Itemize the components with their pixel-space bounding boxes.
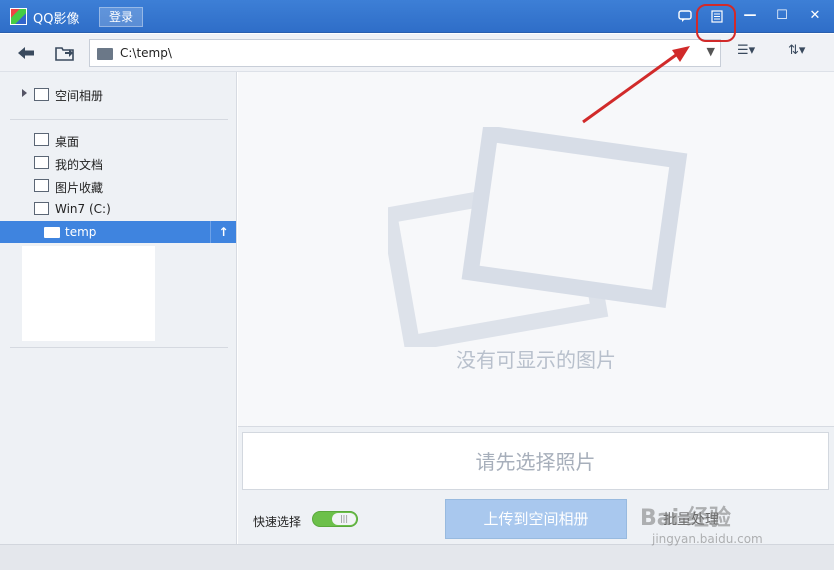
drive-icon — [34, 202, 49, 215]
back-button[interactable] — [14, 41, 38, 65]
sidebar-item-qzone-album[interactable]: 空间相册 — [22, 85, 222, 105]
sidebar-item-label: 我的文档 — [55, 158, 104, 172]
minimize-button[interactable]: — — [738, 5, 762, 27]
login-button[interactable]: 登录 — [99, 7, 143, 27]
path-value: C:\temp\ — [120, 46, 172, 60]
sidebar-item-pictures[interactable]: 图片收藏 — [0, 175, 236, 197]
quick-select-label: 快速选择 — [253, 515, 302, 529]
sidebar-item-label: 图片收藏 — [55, 181, 104, 195]
sidebar-item-label: 桌面 — [55, 135, 80, 149]
empty-photos-icon — [388, 127, 688, 347]
divider — [10, 119, 228, 120]
folder-icon — [44, 227, 60, 238]
sidebar-item-temp[interactable]: temp ↑ — [0, 221, 236, 243]
sidebar-item-label: Win7 (C:) — [55, 202, 111, 216]
feedback-button[interactable] — [673, 5, 697, 27]
upload-to-album-button[interactable]: 上传到空间相册 — [445, 499, 627, 539]
maximize-button[interactable]: ☐ — [770, 5, 794, 27]
sidebar-item-desktop[interactable]: 桌面 — [0, 129, 236, 151]
desktop-icon — [34, 133, 49, 146]
watermark-url: jingyan.baidu.com — [652, 532, 763, 546]
upload-folder-button[interactable]: ↑ — [210, 221, 236, 243]
pictures-icon — [34, 179, 49, 192]
parent-folder-button[interactable] — [52, 41, 78, 65]
album-star-icon — [34, 88, 49, 101]
folder-preview — [22, 246, 155, 341]
toggle-knob: ||| — [332, 513, 356, 525]
close-button[interactable]: ✕ — [803, 5, 827, 27]
annotation-highlight-ring — [696, 4, 736, 42]
app-logo-icon — [10, 8, 27, 25]
sidebar-item-label: 空间相册 — [55, 89, 104, 103]
expand-arrow-icon[interactable] — [22, 89, 27, 97]
watermark-logo: Bai 经验 — [640, 506, 731, 531]
chevron-down-icon[interactable]: ▼ — [707, 45, 715, 58]
sidebar-item-label: temp — [65, 225, 97, 239]
quick-select-toggle[interactable]: ||| — [312, 511, 358, 527]
divider — [10, 347, 228, 348]
app-title: QQ影像 — [33, 12, 80, 27]
sort-button[interactable]: ⇅▾ — [788, 43, 805, 58]
sidebar-item-documents[interactable]: 我的文档 — [0, 152, 236, 174]
sidebar-item-drive-c[interactable]: Win7 (C:) — [0, 198, 236, 220]
view-mode-button[interactable]: ☰▾ — [737, 43, 755, 58]
arrow-left-icon — [18, 47, 34, 59]
folder-icon — [97, 48, 113, 60]
folder-up-icon — [55, 47, 74, 61]
path-input[interactable]: C:\temp\ ▼ — [89, 39, 721, 67]
chat-bubble-icon — [678, 10, 692, 22]
watermark: Bai 经验 jingyan.baidu.com — [640, 480, 820, 550]
empty-state-text: 没有可显示的图片 — [456, 348, 616, 372]
documents-icon — [34, 156, 49, 169]
sidebar: 空间相册 桌面 我的文档 图片收藏 Win7 (C:) temp ↑ — [0, 72, 237, 544]
